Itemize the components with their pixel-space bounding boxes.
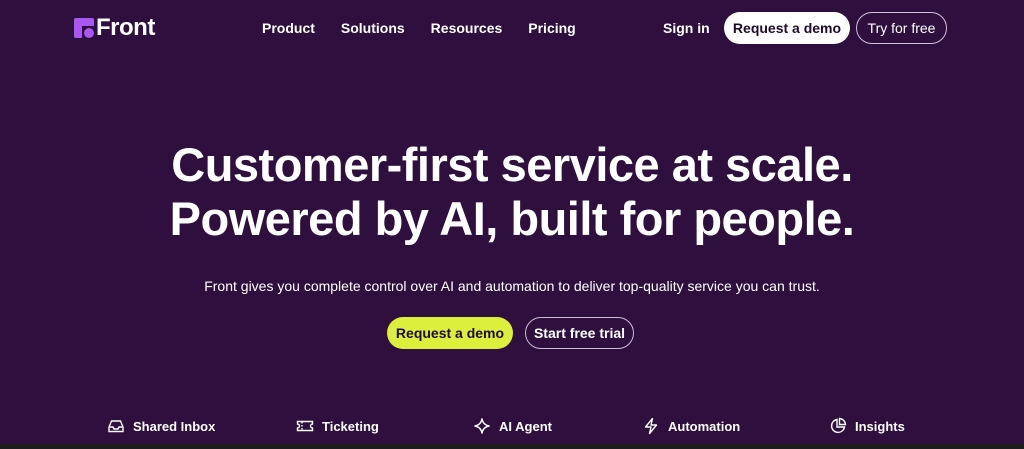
feature-label: AI Agent [499, 418, 552, 434]
main-nav: Product Solutions Resources Pricing [262, 20, 602, 36]
feature-label: Automation [668, 418, 741, 434]
request-demo-button-header[interactable]: Request a demo [724, 12, 850, 44]
bottom-divider [0, 444, 1024, 449]
feature-tab-shared-inbox[interactable]: Shared Inbox [107, 417, 215, 435]
ticket-icon [296, 420, 314, 432]
start-free-trial-button[interactable]: Start free trial [525, 317, 634, 349]
lightning-icon [644, 417, 658, 435]
hero-title-line-2: Powered by AI, built for people. [169, 192, 855, 245]
feature-label: Insights [855, 418, 905, 434]
nav-product[interactable]: Product [262, 20, 315, 36]
feature-tab-automation[interactable]: Automation [642, 417, 740, 435]
front-logo[interactable]: Front [74, 16, 155, 40]
request-demo-button-hero[interactable]: Request a demo [387, 317, 513, 349]
feature-tab-insights[interactable]: Insights [829, 417, 905, 435]
sign-in-link[interactable]: Sign in [663, 20, 710, 36]
nav-solutions[interactable]: Solutions [341, 20, 405, 36]
feature-label: Ticketing [322, 418, 379, 434]
try-for-free-button[interactable]: Try for free [856, 12, 947, 44]
feature-tab-ai-agent[interactable]: AI Agent [473, 417, 552, 435]
nav-resources[interactable]: Resources [431, 20, 503, 36]
pie-chart-icon [830, 417, 847, 434]
front-logo-icon [74, 18, 94, 38]
feature-label: Shared Inbox [133, 418, 216, 434]
hero-title: Customer-first service at scale. Powered… [0, 138, 1024, 246]
inbox-icon [108, 420, 124, 433]
feature-tab-ticketing[interactable]: Ticketing [296, 417, 379, 435]
nav-pricing[interactable]: Pricing [528, 20, 575, 36]
hero-title-line-1: Customer-first service at scale. [171, 138, 853, 191]
page: Front Product Solutions Resources Pricin… [0, 0, 1024, 449]
hero-subtitle: Front gives you complete control over AI… [204, 278, 820, 294]
sparkle-icon [474, 418, 490, 434]
brand-name: Front [96, 14, 155, 41]
